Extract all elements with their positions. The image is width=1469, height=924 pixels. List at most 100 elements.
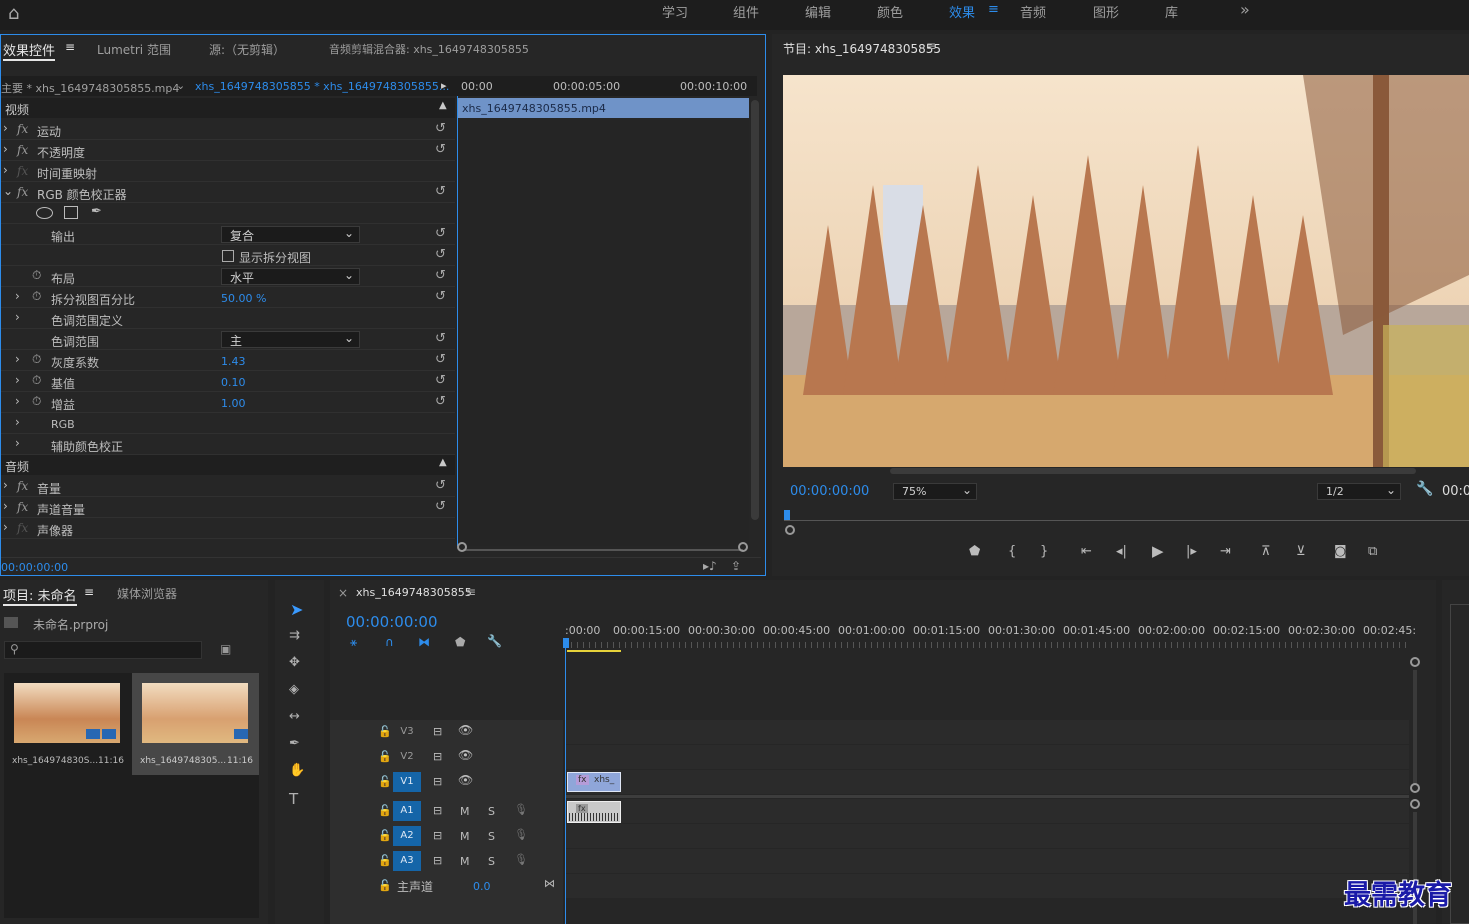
solo-button[interactable]: S [488, 830, 495, 843]
mute-button[interactable]: M [460, 855, 470, 868]
workspace-color[interactable]: 颜色 [877, 2, 903, 21]
reset-icon[interactable]: ↺ [435, 121, 446, 136]
ec-keyframe-area[interactable] [458, 120, 749, 546]
eye-icon[interactable]: 👁 [458, 723, 473, 737]
sequence-tab[interactable]: xhs_1649748305855 [356, 586, 472, 599]
workspace-effects[interactable]: 效果 [949, 2, 975, 21]
track-lane-a3[interactable] [566, 849, 1409, 873]
reset-icon[interactable]: ↺ [435, 478, 446, 493]
nest-icon[interactable]: ⚹ [350, 635, 357, 650]
gain-value[interactable]: 1.00 [221, 397, 246, 410]
slip-icon[interactable]: ↔ [289, 709, 300, 724]
eye-icon[interactable]: 👁 [458, 773, 473, 787]
zoom-handle-left[interactable] [457, 542, 467, 552]
sync-lock-icon[interactable]: ⊟ [433, 750, 442, 763]
vscroll-handle-bottom[interactable] [1410, 783, 1420, 793]
workspace-graphics[interactable]: 图形 [1093, 2, 1119, 21]
split-view-checkbox[interactable] [222, 250, 234, 262]
workspace-learn[interactable]: 学习 [662, 2, 688, 21]
solo-button[interactable]: S [488, 855, 495, 868]
track-target-a1[interactable]: A1 [393, 801, 421, 821]
monitor-playhead[interactable] [784, 510, 790, 520]
lock-icon[interactable]: 🔓 [378, 750, 392, 763]
timeline-timecode[interactable]: 00:00:00:00 [346, 613, 438, 631]
project-item-selected[interactable]: xhs_1649748305... 11:16 [132, 673, 259, 775]
linked-select-icon[interactable]: ⧓ [418, 635, 430, 649]
add-marker-icon[interactable]: ⬟ [455, 635, 465, 649]
lock-icon[interactable]: 🔓 [378, 725, 392, 738]
lift-icon[interactable]: ⊼ [1261, 544, 1271, 559]
stopwatch-icon[interactable]: ⏱ [32, 289, 41, 304]
quality-dropdown[interactable]: 1/2 ⌄ [1317, 483, 1401, 500]
track-target-a3[interactable]: A3 [393, 851, 421, 871]
master-volume-value[interactable]: 0.0 [473, 880, 491, 893]
lock-icon[interactable]: 🔓 [378, 879, 392, 892]
stopwatch-icon[interactable]: ⏱ [32, 373, 41, 388]
rectangle-mask-icon[interactable] [64, 206, 78, 219]
reset-icon[interactable]: ↺ [435, 247, 446, 262]
camera-icon[interactable]: ◙ [1334, 544, 1347, 559]
play-audio-icon[interactable]: ▸♪ [703, 559, 717, 573]
close-tab-icon[interactable]: × [338, 586, 348, 600]
more-workspaces-icon[interactable]: » [1240, 0, 1250, 19]
ec-scrollbar[interactable] [751, 100, 759, 520]
audio-clip[interactable]: fx [567, 801, 621, 823]
sync-lock-icon[interactable]: ⊟ [433, 854, 442, 867]
tab-project[interactable]: 项目: 未命名 [3, 585, 77, 606]
lock-icon[interactable]: 🔓 [378, 804, 392, 817]
panel-menu-icon[interactable]: ≡ [926, 39, 936, 53]
fx-icon[interactable]: fx [17, 500, 28, 514]
tab-media-browser[interactable]: 媒体浏览器 [117, 585, 177, 602]
effect-row-volume[interactable]: › fx 音量 ↺ [1, 476, 455, 497]
export-icon[interactable]: ⇪ [731, 559, 741, 573]
video-clip[interactable]: fx xhs_ [567, 772, 621, 792]
monitor-time-ruler[interactable] [784, 510, 1469, 535]
chevron-down-icon[interactable]: ⌄ [176, 79, 185, 92]
tab-audio-mixer[interactable]: 音频剪辑混合器: xhs_1649748305855 [329, 41, 529, 57]
workspace-edit[interactable]: 编辑 [805, 2, 831, 21]
reset-icon[interactable]: ↺ [435, 184, 446, 199]
track-lane-v1[interactable] [566, 770, 1409, 794]
effect-row-panner[interactable]: › fx 声像器 [1, 518, 455, 539]
snap-icon[interactable]: ∩ [385, 635, 394, 649]
lock-icon[interactable]: 🔓 [378, 854, 392, 867]
project-search-input[interactable]: ⚲ [4, 641, 202, 659]
lock-icon[interactable]: 🔓 [378, 829, 392, 842]
effect-row-motion[interactable]: › fx 运动 ↺ [1, 119, 455, 140]
panel-menu-icon[interactable]: ≡ [65, 40, 75, 54]
workspace-library[interactable]: 库 [1165, 2, 1178, 21]
fx-badge-icon[interactable]: fx [576, 804, 588, 813]
pedestal-value[interactable]: 0.10 [221, 376, 246, 389]
go-to-in-icon[interactable]: ⇤ [1081, 544, 1092, 559]
tonal-range-dropdown[interactable]: 主 ⌄ [221, 331, 360, 348]
pen-mask-icon[interactable]: ✒ [91, 204, 102, 219]
panel-menu-icon[interactable]: ≡ [84, 585, 94, 599]
pen-icon[interactable]: ✒ [289, 736, 300, 751]
mic-icon[interactable]: 🎙 [514, 803, 528, 816]
reset-icon[interactable]: ↺ [435, 226, 446, 241]
selection-tool-icon[interactable]: ➤ [290, 600, 303, 619]
home-icon[interactable]: ⌂ [8, 3, 19, 24]
sync-lock-icon[interactable]: ⊟ [433, 775, 442, 788]
split-percent-value[interactable]: 50.00 % [221, 292, 266, 305]
reset-icon[interactable]: ↺ [435, 142, 446, 157]
project-item[interactable]: xhs_164974830S... 11:16 [6, 675, 130, 775]
lock-icon[interactable]: 🔓 [378, 775, 392, 788]
zoom-handle-left[interactable] [785, 525, 795, 535]
ec-zoom-bar[interactable] [463, 549, 743, 551]
go-to-out-icon[interactable]: ⇥ [1220, 544, 1231, 559]
new-bin-icon[interactable]: ▣ [220, 642, 231, 656]
step-back-icon[interactable]: ◂| [1116, 544, 1127, 559]
type-tool-icon[interactable]: T [289, 790, 298, 808]
reset-icon[interactable]: ↺ [435, 499, 446, 514]
effect-row-rgb-corrector[interactable]: ⌄ fx RGB 颜色校正器 ↺ [1, 182, 455, 203]
stopwatch-icon[interactable]: ⏱ [32, 268, 41, 283]
vscroll-handle-audio[interactable] [1410, 799, 1420, 809]
mic-icon[interactable]: 🎙 [514, 828, 528, 841]
fx-icon[interactable]: fx [17, 122, 28, 136]
timeline-ruler[interactable]: :00:00 00:00:15:00 00:00:30:00 00:00:45:… [565, 620, 1416, 654]
ellipse-mask-icon[interactable] [36, 207, 53, 219]
eye-icon[interactable]: 👁 [458, 748, 473, 762]
program-title[interactable]: 节目: xhs_1649748305855 [783, 40, 941, 57]
workspace-menu-icon[interactable]: ≡ [988, 2, 999, 17]
